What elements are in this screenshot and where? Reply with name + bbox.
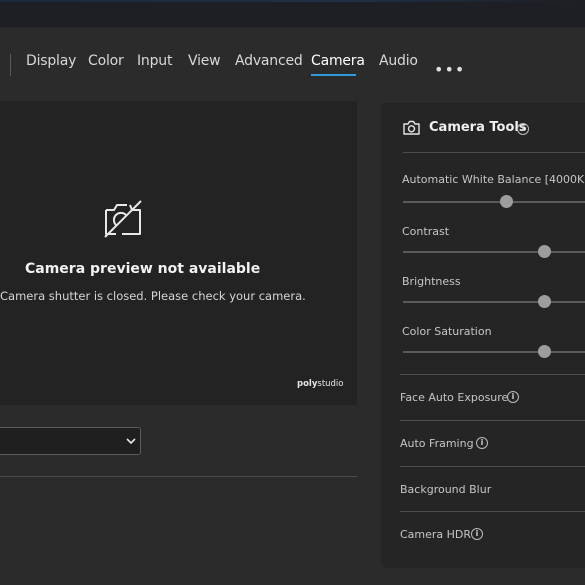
- info-icon[interactable]: i: [471, 528, 483, 540]
- info-icon[interactable]: i: [507, 391, 519, 403]
- camera-hdr-label[interactable]: Camera HDR: [400, 528, 471, 541]
- panel-divider: [400, 420, 585, 421]
- slider-label-brightness: Brightness: [402, 275, 461, 288]
- nav-separator: [10, 54, 11, 76]
- color-saturation-slider-track[interactable]: [403, 351, 585, 353]
- tab-input[interactable]: Input: [137, 53, 172, 69]
- white-balance-slider-track[interactable]: [403, 201, 585, 203]
- info-icon[interactable]: i: [517, 123, 529, 135]
- tab-camera[interactable]: Camera: [311, 53, 365, 69]
- tab-display[interactable]: Display: [26, 53, 76, 69]
- tab-advanced[interactable]: Advanced: [235, 53, 303, 69]
- preview-unavailable-message: Camera shutter is closed. Please check y…: [0, 289, 306, 303]
- chevron-down-icon: [126, 438, 136, 445]
- tab-audio[interactable]: Audio: [379, 53, 418, 69]
- tab-view[interactable]: View: [188, 53, 221, 69]
- panel-divider: [400, 374, 585, 375]
- camera-icon: [403, 120, 420, 135]
- active-tab-indicator: [311, 74, 356, 76]
- slider-label-color-saturation: Color Saturation: [402, 325, 492, 338]
- camera-off-icon: [104, 200, 142, 238]
- info-icon[interactable]: i: [476, 437, 488, 449]
- tab-color[interactable]: Color: [88, 53, 124, 69]
- panel-divider: [400, 511, 585, 512]
- panel-title: Camera Tools: [429, 120, 527, 135]
- face-auto-exposure-label[interactable]: Face Auto Exposure: [400, 391, 508, 404]
- contrast-slider-track[interactable]: [403, 251, 585, 253]
- panel-divider: [403, 152, 585, 153]
- section-divider: [0, 476, 357, 477]
- slider-label-white-balance: Automatic White Balance [4000K]: [402, 173, 585, 186]
- brightness-slider-track[interactable]: [403, 301, 585, 303]
- poly-studio-logo: polystudio: [297, 379, 344, 389]
- camera-select[interactable]: [0, 427, 141, 455]
- slider-label-contrast: Contrast: [402, 225, 450, 238]
- more-options-button[interactable]: •••: [434, 60, 465, 79]
- preview-unavailable-title: Camera preview not available: [25, 261, 261, 277]
- background-blur-label[interactable]: Background Blur: [400, 483, 491, 496]
- auto-framing-label[interactable]: Auto Framing: [400, 437, 474, 450]
- panel-divider: [400, 466, 585, 467]
- camera-preview: [0, 101, 357, 405]
- title-bar: [0, 0, 585, 28]
